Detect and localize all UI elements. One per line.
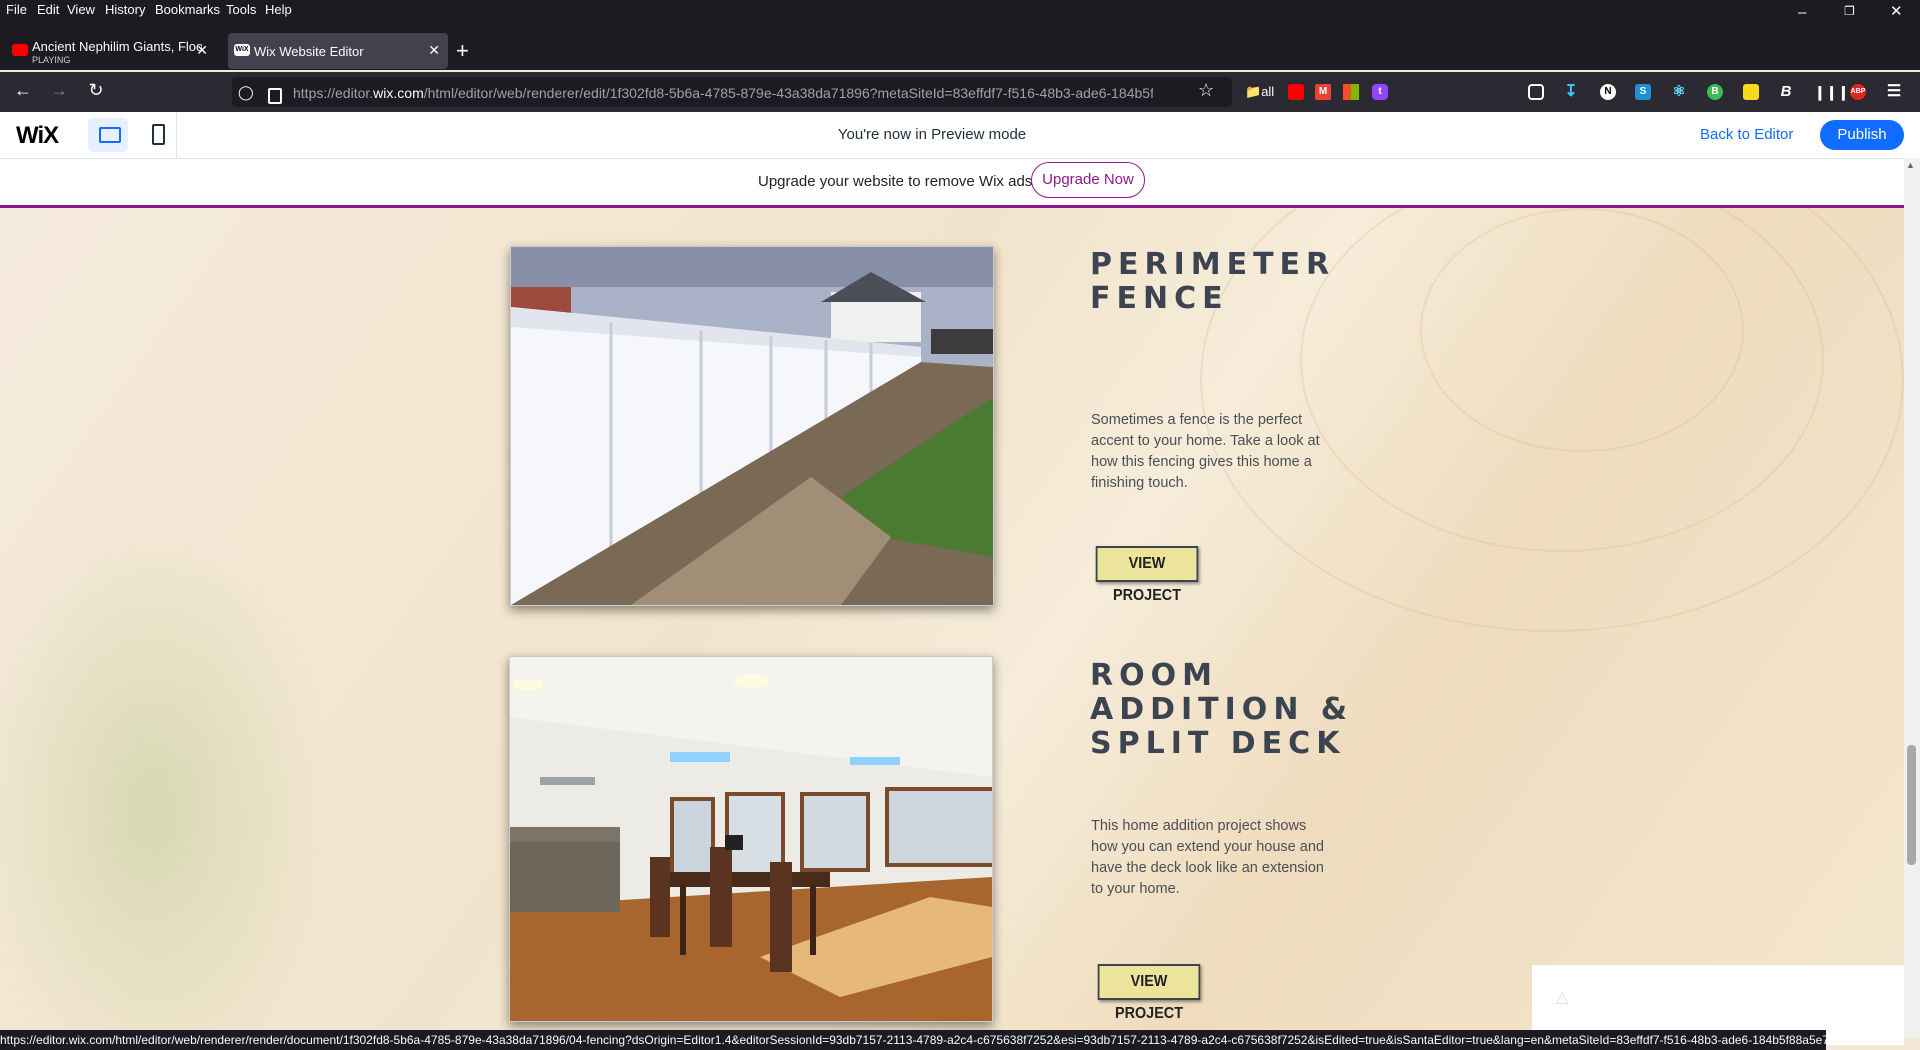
fence-project-image[interactable] bbox=[510, 246, 994, 606]
room-addition-project-image[interactable] bbox=[509, 656, 993, 1022]
lock-icon[interactable] bbox=[268, 88, 282, 104]
tab-youtube[interactable]: Ancient Nephilim Giants, Flood PLAYING ✕ bbox=[6, 33, 216, 69]
publish-button[interactable]: Publish bbox=[1820, 120, 1904, 150]
tab-playing-label: PLAYING bbox=[32, 55, 71, 65]
twitch-icon[interactable]: t bbox=[1372, 84, 1388, 100]
shield-icon[interactable]: ◯ bbox=[238, 84, 254, 101]
gmail-icon[interactable]: M bbox=[1315, 84, 1331, 100]
fence-photo bbox=[511, 247, 993, 605]
react-devtools-icon[interactable]: ⚛ bbox=[1671, 84, 1687, 100]
pocket-icon[interactable] bbox=[1528, 84, 1544, 100]
tab-title: Ancient Nephilim Giants, Flood bbox=[32, 39, 202, 54]
reload-icon[interactable]: ↻ bbox=[82, 80, 110, 101]
adblock-plus-icon[interactable]: ABP bbox=[1850, 84, 1866, 100]
back-to-editor-link[interactable]: Back to Editor bbox=[1700, 126, 1793, 143]
menu-tools[interactable]: Tools bbox=[226, 2, 256, 17]
downloads-icon[interactable]: ↧ bbox=[1563, 84, 1579, 100]
upgrade-banner-text: Upgrade your website to remove Wix ads bbox=[758, 173, 1033, 190]
menu-history[interactable]: History bbox=[105, 2, 145, 17]
close-tab-icon[interactable]: ✕ bbox=[196, 42, 208, 59]
forward-arrow-icon[interactable]: → bbox=[45, 80, 73, 101]
room-photo bbox=[510, 657, 992, 1021]
upgrade-now-button[interactable]: Upgrade Now bbox=[1031, 162, 1145, 198]
new-tab-icon[interactable]: + bbox=[456, 38, 469, 64]
project-title: ROOM ADDITION & SPLIT DECK bbox=[1090, 658, 1354, 761]
menu-view[interactable]: View bbox=[67, 2, 95, 17]
s-extension-icon[interactable]: S bbox=[1635, 84, 1651, 100]
tab-wix-editor[interactable]: WiX Wix Website Editor ✕ bbox=[228, 33, 448, 69]
page-scrollbar[interactable] bbox=[1904, 158, 1920, 1038]
tab-title: Wix Website Editor bbox=[254, 44, 364, 59]
view-project-button[interactable]: VIEW PROJECT bbox=[1095, 546, 1199, 604]
library-icon[interactable]: ❙❙❙ bbox=[1814, 84, 1849, 100]
scrollbar-thumb[interactable] bbox=[1907, 745, 1916, 865]
warning-icon: △ bbox=[1556, 989, 1569, 1006]
b-extension-icon[interactable]: B bbox=[1707, 84, 1723, 100]
project-description: Sometimes a fence is the perfect accent … bbox=[1091, 412, 1320, 491]
wix-favicon-icon: WiX bbox=[234, 44, 250, 56]
scroll-up-icon[interactable]: ▲ bbox=[1906, 160, 1915, 170]
status-bar-link-preview: https://editor.wix.com/html/editor/web/r… bbox=[0, 1030, 1826, 1050]
youtube-icon bbox=[12, 44, 28, 56]
microsoft-icon[interactable] bbox=[1343, 84, 1359, 100]
close-window-icon[interactable]: ✕ bbox=[1890, 2, 1903, 20]
menu-help[interactable]: Help bbox=[265, 2, 292, 17]
view-project-button[interactable]: VIEW PROJECT bbox=[1097, 964, 1201, 1022]
bookmark-star-icon[interactable]: ☆ bbox=[1198, 80, 1214, 101]
bitwarden-icon[interactable]: B bbox=[1778, 84, 1794, 100]
project-description: This home addition project shows how you… bbox=[1091, 818, 1324, 897]
yellow-extension-icon[interactable] bbox=[1743, 84, 1759, 100]
page-content: PERIMETER FENCE Sometimes a fence is the… bbox=[0, 208, 1904, 1038]
back-arrow-icon[interactable]: ← bbox=[9, 80, 37, 101]
wood-grain-decor bbox=[1420, 208, 1744, 452]
bookmarks-folder[interactable]: 📁all bbox=[1245, 84, 1274, 100]
minimize-icon[interactable]: – bbox=[1798, 4, 1806, 21]
youtube-bookmark-icon[interactable] bbox=[1288, 84, 1304, 100]
menu-edit[interactable]: Edit bbox=[37, 2, 59, 17]
close-tab-icon[interactable]: ✕ bbox=[428, 42, 440, 59]
menu-bar: File Edit View History Bookmarks Tools H… bbox=[0, 0, 1920, 21]
project-title: PERIMETER FENCE bbox=[1090, 247, 1336, 316]
restore-icon[interactable]: ❐ bbox=[1844, 4, 1855, 18]
url-text[interactable]: https://editor.wix.com/html/editor/web/r… bbox=[293, 85, 1153, 101]
hamburger-menu-icon[interactable]: ☰ bbox=[1886, 84, 1902, 100]
notion-icon[interactable]: N bbox=[1600, 84, 1616, 100]
menu-file[interactable]: File bbox=[6, 2, 27, 17]
preview-mode-message: You're now in Preview mode bbox=[837, 126, 1027, 143]
menu-bookmarks[interactable]: Bookmarks bbox=[155, 2, 220, 17]
